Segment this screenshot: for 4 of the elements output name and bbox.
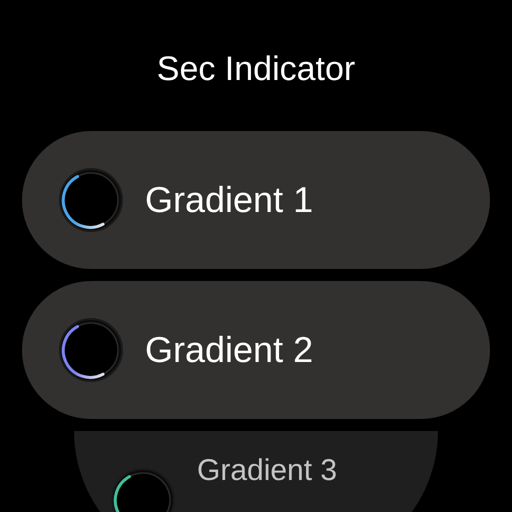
- option-item[interactable]: Gradient 1: [22, 131, 490, 269]
- screen-title: Sec Indicator: [156, 49, 356, 90]
- option-item[interactable]: Gradient 2: [22, 281, 490, 419]
- option-item[interactable]: Gradient 3: [74, 431, 438, 512]
